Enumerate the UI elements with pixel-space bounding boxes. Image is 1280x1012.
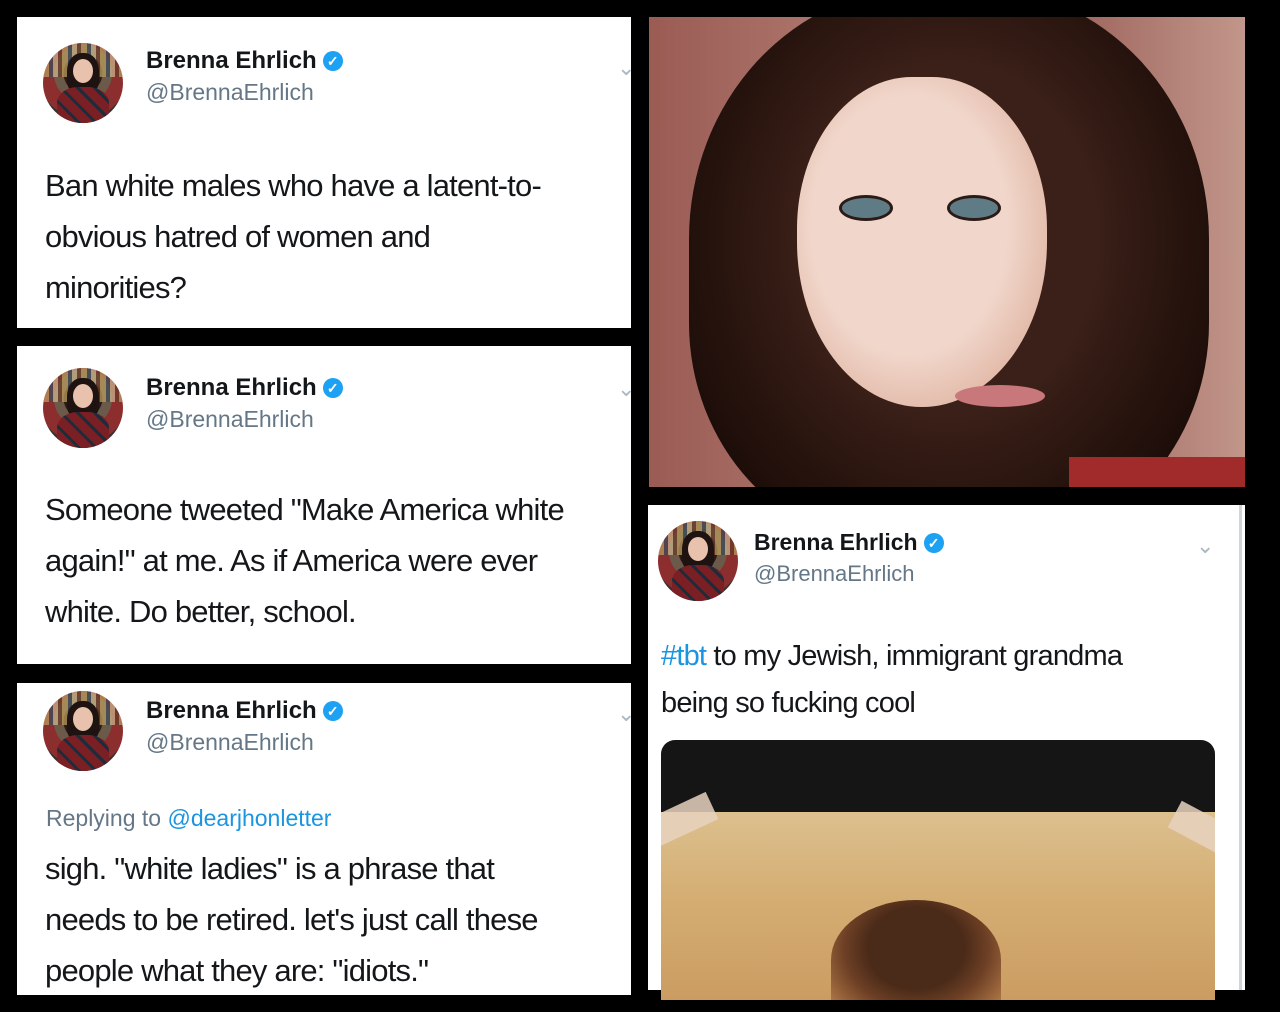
author-handle[interactable]: @BrennaEhrlich [146,729,314,756]
verified-badge-icon: ✓ [923,533,944,553]
verified-badge-icon: ✓ [322,378,343,398]
tweet-text: sigh. "white ladies" is a phrase that ne… [45,843,539,995]
chevron-down-icon[interactable]: ⌄ [617,55,631,81]
chevron-down-icon[interactable]: ⌄ [617,701,631,727]
hashtag-link[interactable]: #tbt [661,640,707,672]
portrait-photo [649,17,1245,487]
author-handle[interactable]: @BrennaEhrlich [146,79,314,106]
replying-to: Replying to @dearjhonletter [46,805,331,832]
scrollbar[interactable] [1239,505,1242,990]
avatar[interactable] [43,368,123,448]
tweet-line: Someone tweeted "Make America white [45,492,565,527]
tweet-card-3[interactable]: Brenna Ehrlich ✓ @BrennaEhrlich ⌄ Replyin… [17,683,631,995]
verified-badge-icon: ✓ [322,701,343,721]
tweet-line: needs to be retired. let's just call the… [45,902,539,937]
tweet-line: Ban white males who have a latent-to- [45,168,542,203]
tweet-line: minorities? [45,270,187,305]
author-name-text[interactable]: Brenna Ehrlich [146,697,317,724]
author-name[interactable]: Brenna Ehrlich ✓ [754,529,944,556]
tweet-line: sigh. "white ladies" is a phrase that [45,851,495,886]
tweet-card-1[interactable]: Brenna Ehrlich ✓ @BrennaEhrlich ⌄ Ban whi… [17,17,631,328]
tweet-line: people what they are: "idiots." [45,953,429,988]
chevron-down-icon[interactable]: ⌄ [617,376,631,402]
author-handle[interactable]: @BrennaEhrlich [146,406,314,433]
avatar[interactable] [658,521,738,601]
tweet-line: white. Do better, school. [45,594,357,629]
tweet-text: Someone tweeted "Make America white agai… [45,484,565,637]
author-name[interactable]: Brenna Ehrlich ✓ [146,374,343,402]
tweet-line: again!" at me. As if America were ever [45,543,538,578]
author-name[interactable]: Brenna Ehrlich ✓ [146,47,343,75]
avatar[interactable] [43,691,123,771]
tweet-line: #tbt to my Jewish, immigrant grandma [661,633,1123,680]
chevron-down-icon[interactable]: ⌄ [1196,533,1214,559]
tweet-line: obvious hatred of women and [45,219,431,254]
author-name-text[interactable]: Brenna Ehrlich [146,374,317,401]
reply-mention-link[interactable]: @dearjhonletter [167,805,331,831]
tweet-line: being so fucking cool [661,687,916,719]
verified-badge-icon: ✓ [322,51,343,71]
author-name-text[interactable]: Brenna Ehrlich [146,47,317,74]
avatar[interactable] [43,43,123,123]
attached-photo[interactable] [661,740,1215,1000]
tweet-text: Ban white males who have a latent-to- ob… [45,160,542,313]
author-name[interactable]: Brenna Ehrlich ✓ [146,697,343,725]
tweet-card-2[interactable]: Brenna Ehrlich ✓ @BrennaEhrlich ⌄ Someone… [17,346,631,664]
tweet-line-rest: to my Jewish, immigrant grandma [706,640,1123,672]
tweet-text: #tbt to my Jewish, immigrant grandma bei… [661,633,1123,727]
author-handle[interactable]: @BrennaEhrlich [754,561,915,587]
replying-to-label: Replying to [46,805,162,831]
author-name-text[interactable]: Brenna Ehrlich [754,529,918,555]
